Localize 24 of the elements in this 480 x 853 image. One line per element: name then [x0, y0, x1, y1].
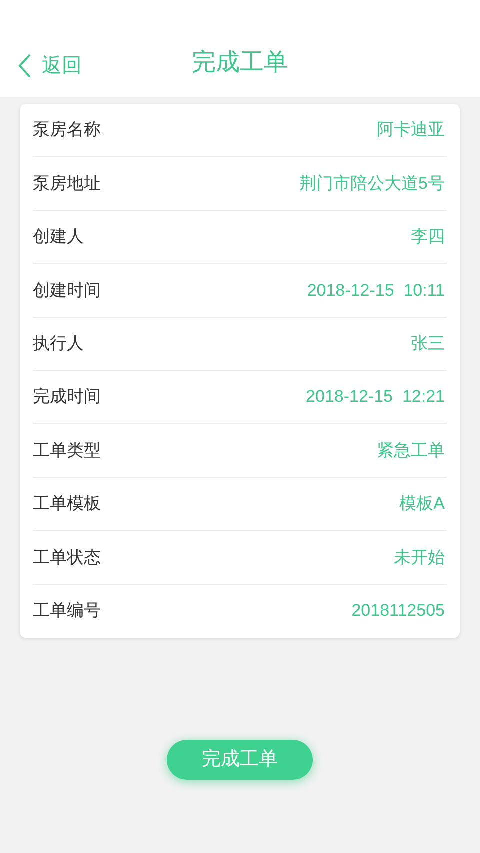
field-value: 2018-12-15 10:11	[307, 280, 446, 302]
field-label: 执行人	[33, 333, 84, 355]
field-value: 张三	[411, 333, 446, 355]
complete-button[interactable]: 完成工单	[167, 740, 313, 780]
field-value: 荆门市陪公大道5号	[300, 172, 446, 195]
field-value: 阿卡迪亚	[377, 119, 446, 142]
field-value: 2018112505	[352, 600, 446, 622]
field-value: 2018-12-15 12:21	[306, 386, 446, 408]
field-label: 创建时间	[33, 280, 101, 302]
field-value: 李四	[411, 226, 446, 248]
field-label: 工单编号	[33, 600, 101, 622]
field-label: 泵房地址	[33, 172, 101, 195]
field-label: 泵房名称	[33, 119, 101, 142]
field-label: 工单状态	[33, 546, 101, 569]
field-value: 未开始	[394, 546, 446, 569]
field-label: 工单模板	[33, 493, 101, 516]
field-value: 紧急工单	[377, 440, 446, 462]
back-icon	[18, 53, 32, 79]
field-label: 创建人	[33, 226, 84, 248]
field-value: 模板A	[400, 493, 446, 516]
field-label: 工单类型	[33, 440, 101, 462]
field-label: 完成时间	[33, 386, 101, 408]
page-title: 完成工单	[191, 48, 289, 78]
back-button[interactable]: 返回	[0, 51, 82, 81]
